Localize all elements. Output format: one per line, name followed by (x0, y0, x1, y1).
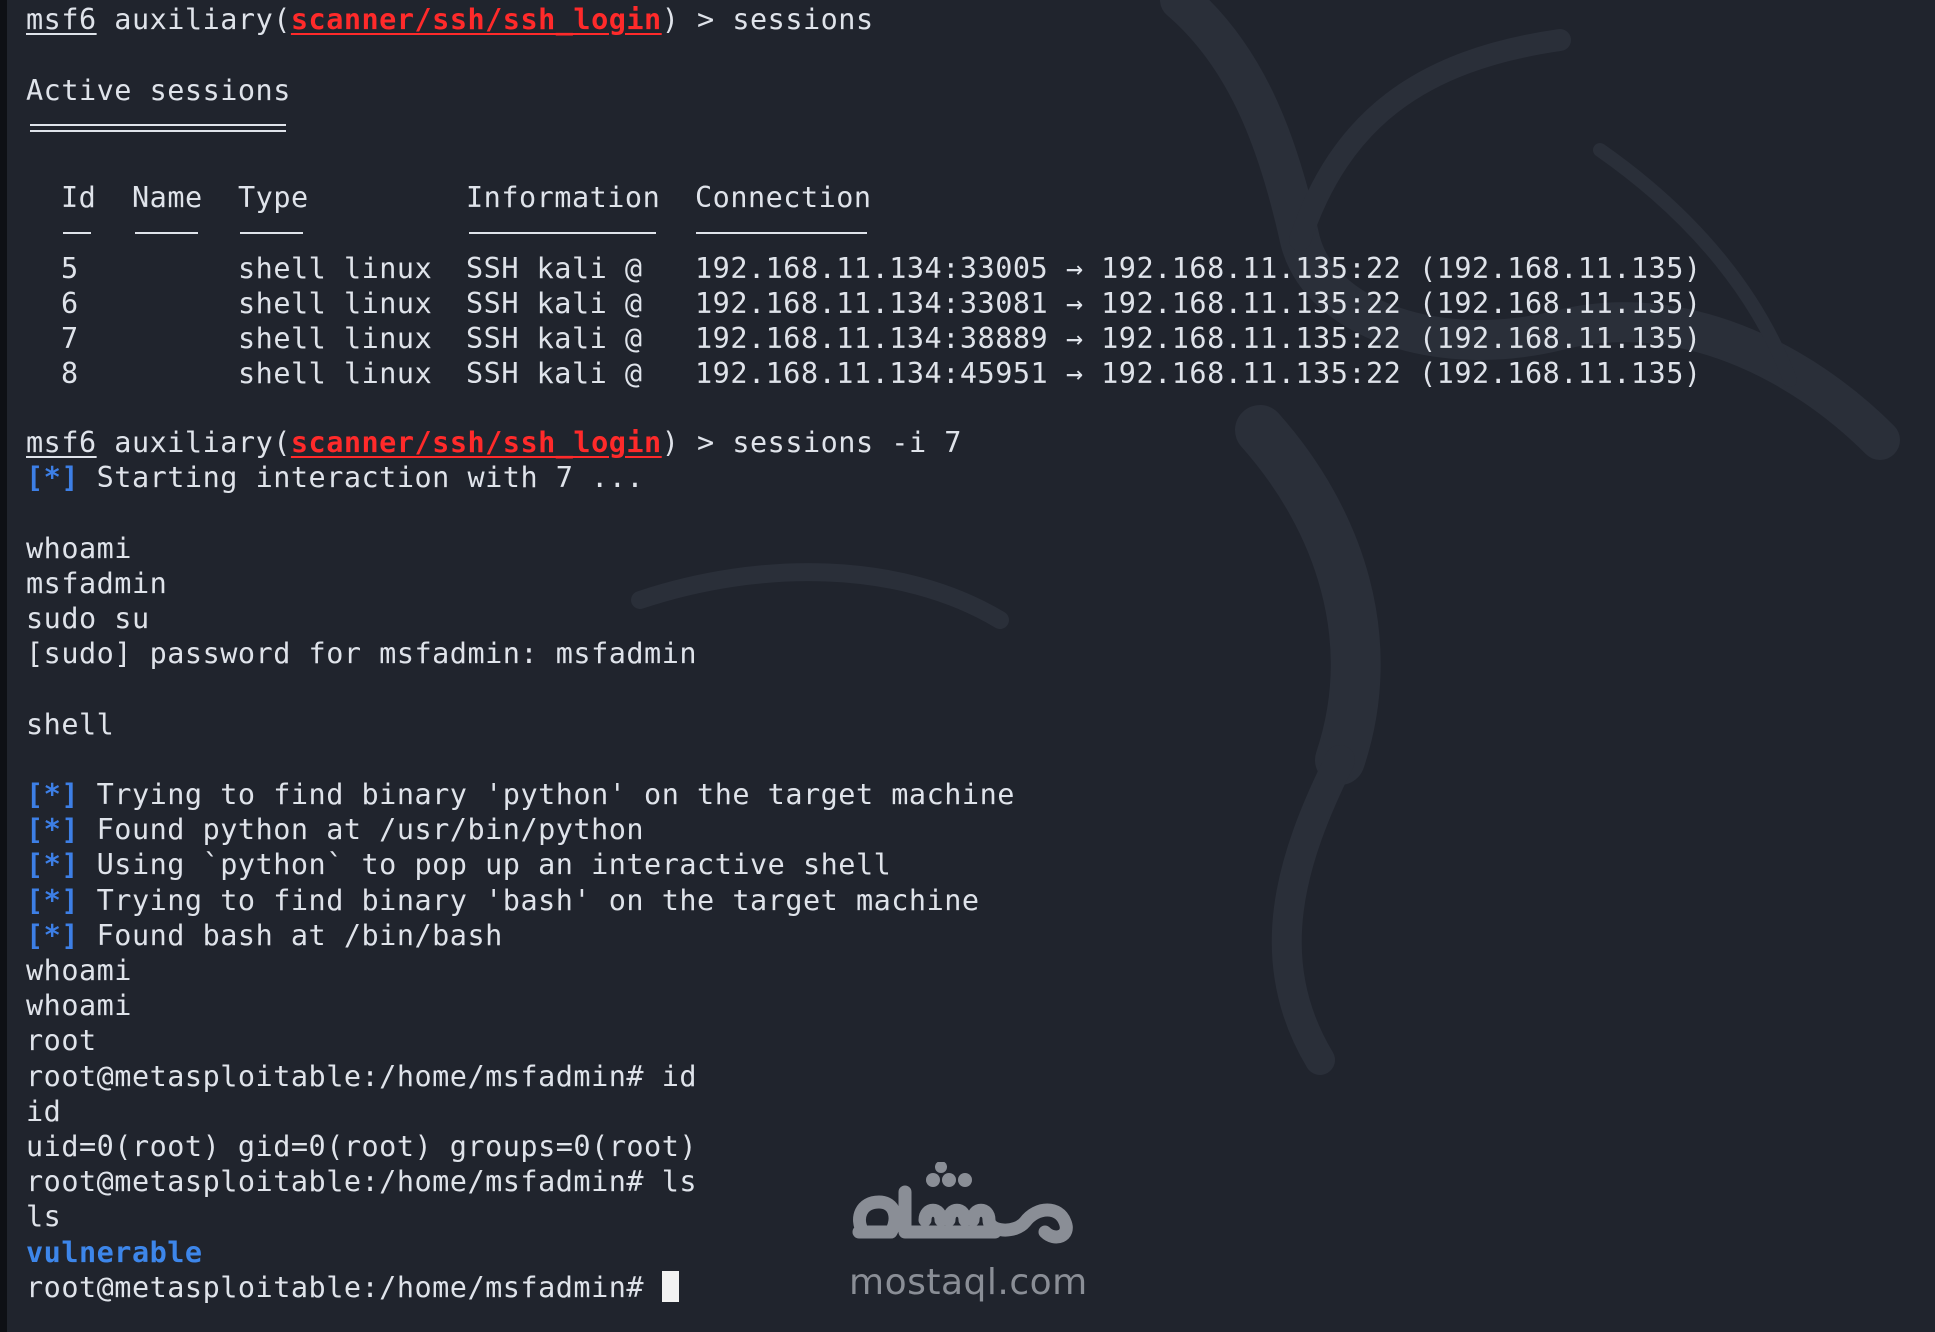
title-underline-top (30, 124, 286, 126)
prompt-user: msf6 (26, 3, 97, 36)
info-text: Using `python` to pop up an interactive … (78, 848, 892, 881)
output-line: sudo su (26, 602, 150, 635)
row-connection: 192.168.11.134:33081 → 192.168.11.135:22… (695, 287, 1702, 320)
prompt-line-1: msf6 auxiliary(scanner/ssh/ssh_login) > … (26, 2, 874, 38)
row-connection: 192.168.11.134:33005 → 192.168.11.135:22… (695, 252, 1702, 285)
info-line: [*] Found python at /usr/bin/python (26, 812, 644, 848)
header-id-rule (63, 232, 91, 234)
info-line: [*] Found bash at /bin/bash (26, 918, 503, 954)
command-sessions: sessions (732, 3, 874, 36)
prompt-module: scanner/ssh/ssh_login (290, 426, 662, 459)
info-text: Starting interaction with 7 ... (78, 461, 645, 494)
info-line-starting: [*] Starting interaction with 7 ... (26, 460, 644, 496)
output-line: root (26, 1024, 97, 1057)
row-id: 5 (61, 252, 79, 285)
row-type: shell linux (238, 322, 433, 355)
info-line: [*] Using `python` to pop up an interact… (26, 847, 891, 883)
info-marker: [*] (26, 884, 79, 917)
output-line: id (26, 1095, 62, 1128)
info-marker: [*] (26, 813, 79, 846)
terminal-cursor[interactable] (661, 1271, 679, 1302)
prompt-module: scanner/ssh/ssh_login (290, 3, 662, 36)
row-info: SSH kali @ (466, 322, 643, 355)
title-underline-bottom (30, 130, 286, 132)
prompt-line-2: msf6 auxiliary(scanner/ssh/ssh_login) > … (26, 425, 962, 461)
output-line: whoami (26, 954, 132, 987)
info-marker: [*] (26, 778, 79, 811)
command-sessions-interact: sessions -i 7 (732, 426, 962, 459)
output-line: uid=0(root) gid=0(root) groups=0(root) (26, 1130, 698, 1163)
mostaql-watermark-text: mostaql.com (849, 1262, 1088, 1303)
output-line: msfadmin (26, 567, 168, 600)
header-connection: Connection (695, 181, 872, 214)
info-marker: [*] (26, 461, 79, 494)
row-info: SSH kali @ (466, 252, 643, 285)
root-prompt: root@metasploitable:/home/msfadmin# (26, 1271, 662, 1304)
output-line: ls (26, 1200, 62, 1233)
header-type-rule (240, 232, 303, 234)
info-text: Found python at /usr/bin/python (78, 813, 645, 846)
output-line: whoami (26, 989, 132, 1022)
prompt-user: msf6 (26, 426, 97, 459)
row-connection: 192.168.11.134:45951 → 192.168.11.135:22… (695, 357, 1702, 390)
info-line: [*] Trying to find binary 'bash' on the … (26, 883, 980, 919)
header-information: Information (466, 181, 661, 214)
header-name: Name (132, 181, 203, 214)
row-id: 7 (61, 322, 79, 355)
output-line: root@metasploitable:/home/msfadmin# id (26, 1060, 698, 1093)
row-type: shell linux (238, 287, 433, 320)
mostaql-logo (852, 1162, 1073, 1244)
window-edge (0, 0, 7, 1332)
info-line: [*] Trying to find binary 'python' on th… (26, 777, 1015, 813)
prompt-module-prefix: auxiliary( (96, 426, 291, 459)
info-marker: [*] (26, 848, 79, 881)
output-line: root@metasploitable:/home/msfadmin# ls (26, 1165, 698, 1198)
output-line: shell (26, 708, 115, 741)
output-line: whoami (26, 532, 132, 565)
info-text: Found bash at /bin/bash (78, 919, 503, 952)
row-info: SSH kali @ (466, 287, 643, 320)
info-text: Trying to find binary 'bash' on the targ… (78, 884, 980, 917)
prompt-module-prefix: auxiliary( (96, 3, 291, 36)
shell-prompt-line[interactable]: root@metasploitable:/home/msfadmin# (26, 1270, 679, 1306)
header-type: Type (238, 181, 309, 214)
prompt-module-suffix: ) > (661, 426, 733, 459)
row-info: SSH kali @ (466, 357, 643, 390)
row-connection: 192.168.11.134:38889 → 192.168.11.135:22… (695, 322, 1702, 355)
header-connection-rule (696, 232, 867, 234)
row-id: 8 (61, 357, 79, 390)
row-id: 6 (61, 287, 79, 320)
header-name-rule (135, 232, 198, 234)
info-marker: [*] (26, 919, 79, 952)
prompt-module-suffix: ) > (661, 3, 733, 36)
row-type: shell linux (238, 252, 433, 285)
header-information-rule (469, 232, 656, 234)
sessions-title: Active sessions (26, 74, 291, 107)
terminal-output: msf6 auxiliary(scanner/ssh/ssh_login) > … (0, 0, 1935, 1332)
header-id: Id (61, 181, 97, 214)
output-line: [sudo] password for msfadmin: msfadmin (26, 637, 698, 670)
info-text: Trying to find binary 'python' on the ta… (78, 778, 1015, 811)
directory-entry-vulnerable: vulnerable (26, 1236, 203, 1269)
row-type: shell linux (238, 357, 433, 390)
